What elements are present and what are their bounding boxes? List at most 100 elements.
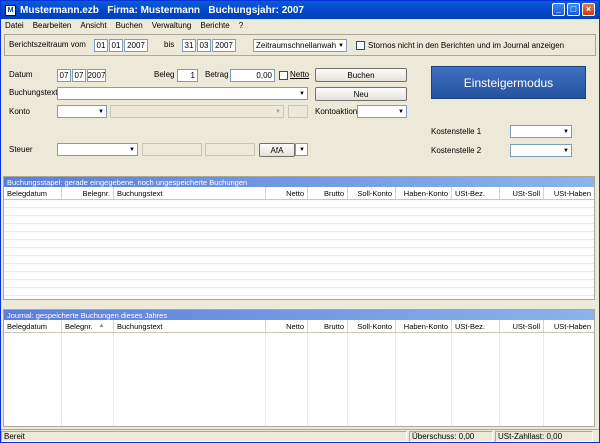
menu-buchen[interactable]: Buchen [116, 21, 143, 30]
quick-select-value: Zeitraumschnellanwahl [256, 41, 338, 50]
period-to-year[interactable]: 2007 [212, 39, 236, 52]
journal-column-headers: Belegdatum Belegnr. ▲ Buchungstext Netto… [4, 320, 594, 333]
period-from-year[interactable]: 2007 [124, 39, 148, 52]
grid-row [4, 224, 594, 232]
menu-datei[interactable]: Datei [5, 21, 24, 30]
period-from-month[interactable]: 01 [109, 39, 123, 52]
chevron-down-icon: ▼ [96, 106, 106, 117]
konto-combo[interactable]: ▼ [57, 105, 107, 118]
betrag-input[interactable]: 0,00 [230, 69, 275, 82]
beleg-label: Beleg [154, 70, 175, 79]
grid-column [396, 333, 452, 426]
col-belegnr[interactable]: Belegnr. [62, 187, 114, 199]
col-haben-konto[interactable]: Haben-Konto [396, 320, 452, 332]
col-ust-bez[interactable]: USt-Bez. [452, 187, 500, 199]
col-buchungstext[interactable]: Buchungstext [114, 320, 266, 332]
close-button[interactable]: × [582, 3, 595, 16]
datum-month[interactable]: 07 [72, 69, 86, 82]
storno-checkbox[interactable] [356, 41, 365, 50]
buchungstext-label: Buchungstext [9, 88, 58, 97]
netto-checkbox[interactable] [279, 71, 288, 80]
col-ust-soll[interactable]: USt-Soll [500, 320, 544, 332]
col-belegnr[interactable]: Belegnr. ▲ [62, 320, 114, 332]
maximize-button[interactable]: □ [567, 3, 580, 16]
menu-ansicht[interactable]: Ansicht [80, 21, 106, 30]
menu-help[interactable]: ? [239, 21, 243, 30]
chevron-down-icon: ▼ [297, 144, 307, 155]
steuer-field-1 [142, 143, 202, 156]
bis-label: bis [164, 40, 175, 49]
col-haben-konto[interactable]: Haben-Konto [396, 187, 452, 199]
grid-column [500, 333, 544, 426]
buchen-button[interactable]: Buchen [315, 68, 407, 82]
app-window: M Mustermann.ezb Firma: Mustermann Buchu… [0, 0, 600, 443]
grid-column [62, 333, 114, 426]
stapel-grid[interactable] [4, 200, 594, 296]
betrag-label: Betrag [205, 70, 229, 79]
col-brutto[interactable]: Brutto [308, 320, 348, 332]
chevron-down-icon: ▼ [336, 40, 346, 51]
chevron-down-icon: ▼ [273, 106, 283, 117]
minimize-button[interactable]: _ [552, 3, 565, 16]
col-ust-bez[interactable]: USt-Bez. [452, 320, 500, 332]
storno-label: Stornos nicht in den Berichten und im Jo… [368, 41, 565, 50]
grid-row [4, 240, 594, 248]
col-soll-konto[interactable]: Soll-Konto [348, 187, 396, 199]
window-title: Mustermann.ezb Firma: Mustermann Buchung… [20, 4, 304, 16]
grid-column [266, 333, 308, 426]
grid-row [4, 200, 594, 208]
col-soll-konto[interactable]: Soll-Konto [348, 320, 396, 332]
grid-row [4, 216, 594, 224]
col-ust-haben[interactable]: USt-Haben [544, 187, 594, 199]
status-ueberschuss: Überschuss: 0,00 [409, 431, 493, 442]
buchungstext-combo[interactable]: ▼ [57, 87, 308, 100]
chevron-down-icon: ▼ [396, 106, 406, 117]
kostenstelle1-combo[interactable]: ▼ [510, 125, 572, 138]
period-to-month[interactable]: 03 [197, 39, 211, 52]
grid-column [348, 333, 396, 426]
col-belegdatum[interactable]: Belegdatum [4, 320, 62, 332]
buchungsstapel-title: Buchungsstapel: gerade eingegebene, noch… [4, 177, 594, 187]
period-label: Berichtszeitraum vom [9, 40, 86, 49]
kostenstelle2-combo[interactable]: ▼ [510, 144, 572, 157]
status-ust-zahllast: USt-Zahllast: 0,00 [495, 431, 593, 442]
title-bar[interactable]: M Mustermann.ezb Firma: Mustermann Buchu… [1, 1, 599, 19]
steuer-combo[interactable]: ▼ [57, 143, 138, 156]
menu-berichte[interactable]: Berichte [200, 21, 229, 30]
afa-button[interactable]: AfA [259, 143, 295, 157]
grid-row [4, 256, 594, 264]
sort-ascending-icon: ▲ [98, 323, 105, 329]
beleg-input[interactable]: 1 [177, 69, 198, 82]
einsteigermodus-button[interactable]: Einsteigermodus [431, 66, 586, 99]
col-belegnr-label: Belegnr. [65, 321, 93, 331]
journal-grid[interactable] [4, 333, 594, 426]
period-quick-select[interactable]: Zeitraumschnellanwahl ▼ [253, 39, 347, 52]
kostenstelle2-label: Kostenstelle 2 [431, 146, 482, 155]
datum-day[interactable]: 07 [57, 69, 71, 82]
col-brutto[interactable]: Brutto [308, 187, 348, 199]
menu-verwaltung[interactable]: Verwaltung [152, 21, 192, 30]
col-ust-soll[interactable]: USt-Soll [500, 187, 544, 199]
col-ust-haben[interactable]: USt-Haben [544, 320, 594, 332]
konto-name-combo: ▼ [110, 105, 284, 118]
neu-button[interactable]: Neu [315, 87, 407, 101]
status-bar: Bereit Überschuss: 0,00 USt-Zahllast: 0,… [1, 429, 599, 442]
grid-row [4, 264, 594, 272]
afa-dropdown[interactable]: ▼ [295, 143, 308, 156]
grid-column [114, 333, 266, 426]
col-netto[interactable]: Netto [266, 187, 308, 199]
menu-bearbeiten[interactable]: Bearbeiten [33, 21, 72, 30]
steuer-field-2 [205, 143, 255, 156]
col-buchungstext[interactable]: Buchungstext [114, 187, 266, 199]
kontoaktion-combo[interactable]: ▼ [357, 105, 407, 118]
buchungsstapel-panel: Buchungsstapel: gerade eingegebene, noch… [3, 176, 595, 300]
datum-label: Datum [9, 70, 33, 79]
col-belegdatum[interactable]: Belegdatum [4, 187, 62, 199]
period-to-day[interactable]: 31 [182, 39, 196, 52]
period-from-day[interactable]: 01 [94, 39, 108, 52]
datum-year[interactable]: 2007 [87, 69, 106, 82]
grid-row [4, 272, 594, 280]
grid-column [308, 333, 348, 426]
chevron-down-icon: ▼ [561, 126, 571, 137]
col-netto[interactable]: Netto [266, 320, 308, 332]
